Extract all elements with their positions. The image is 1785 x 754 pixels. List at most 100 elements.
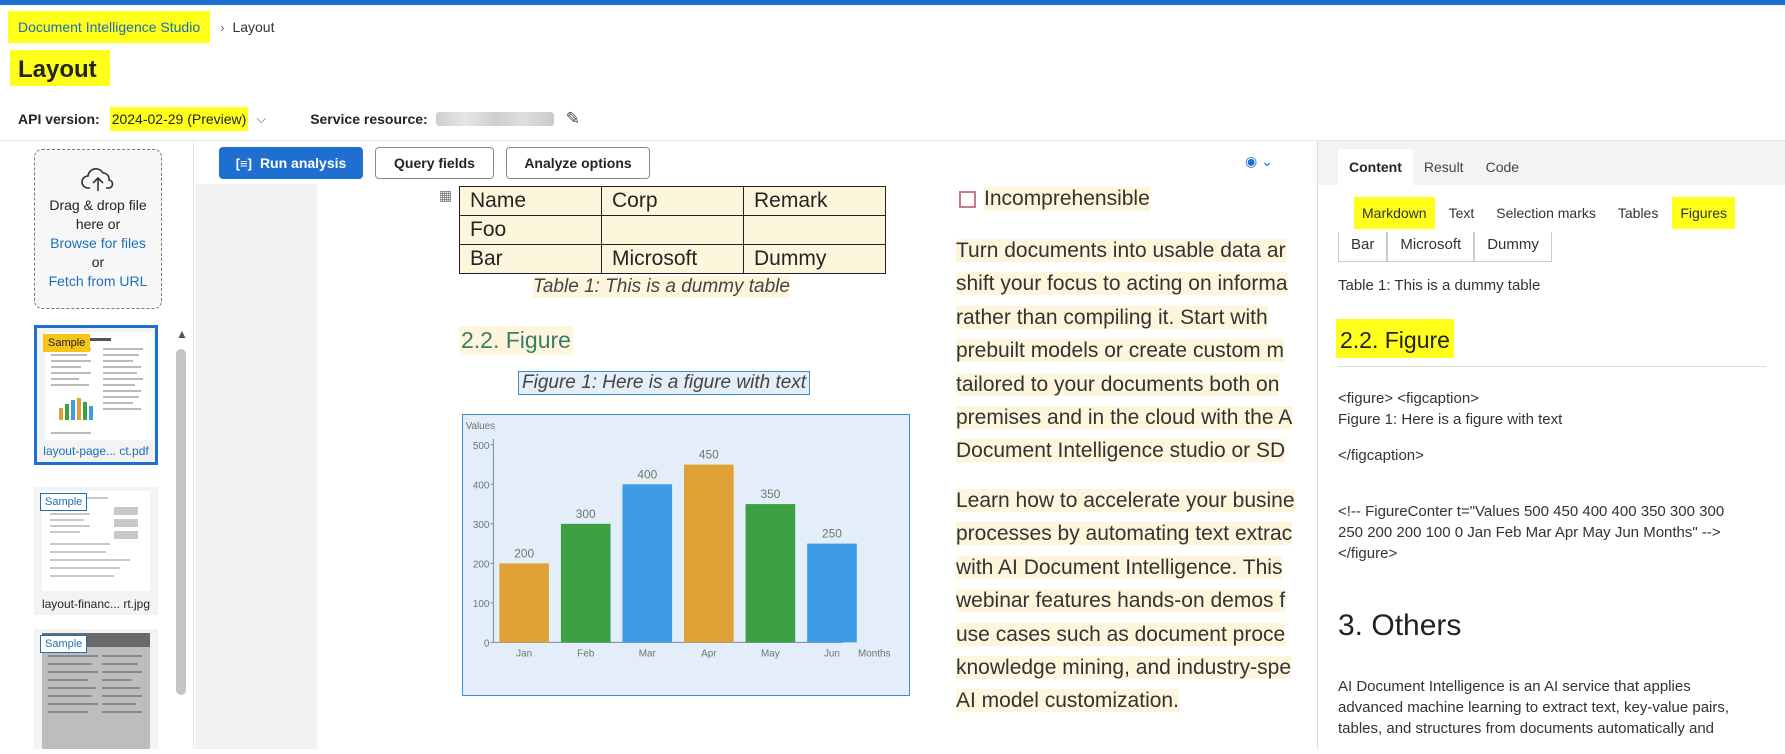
scroll-up-arrow-icon[interactable]: ▲ [176,327,188,341]
chart-y-tick-label: 200 [473,559,490,570]
paragraph-line: webinar features hands-on demos f [956,589,1286,613]
table-cell: Name [459,186,602,216]
markdown-figcaption-close: </figcaption> [1338,447,1424,464]
document-paragraph-1: Turn documents into usable data ar shift… [956,234,1316,468]
file-dropzone[interactable]: Drag & drop file here or Browse for file… [34,149,162,309]
chevron-right-icon: › [220,19,225,35]
bar-chart-figure[interactable]: Values 0 100 200 300 400 500 200 Jan 300 Feb 400 Mar… [462,414,910,696]
chart-bar [622,484,673,643]
chart-x-tick-label: Feb [577,648,595,659]
chevron-down-icon[interactable]: ⌵ [256,111,266,127]
chart-y-tick-label: 100 [473,599,490,610]
table-cell: Microsoft [601,244,744,274]
file-sidebar: Drag & drop file here or Browse for file… [18,141,194,749]
api-version-select[interactable]: 2024-02-29 (Preview) [109,107,249,131]
breadcrumb-root-link[interactable]: Document Intelligence Studio [8,11,211,43]
breadcrumb-current: Layout [232,19,275,35]
subtab-tables[interactable]: Tables [1610,197,1666,229]
browse-files-link[interactable]: Browse for files [35,234,161,253]
markdown-paragraph-line: tables, and structures from documents au… [1338,720,1715,737]
chart-data-label: 200 [514,546,534,560]
service-resource-label: Service resource: [310,111,428,127]
chart-bar [684,464,734,643]
chart-bar [745,504,796,643]
paragraph-line: use cases such as document proce [956,622,1286,646]
chart-y-tick-label: 400 [473,480,490,491]
thumbnail-filename: layout-financ... rt.jpg [41,597,151,611]
sample-badge: Sample [40,635,88,653]
paragraph-line: premises and in the cloud with the A [956,406,1293,430]
paragraph-line: tailored to your documents both on [956,372,1280,396]
markdown-table-cell: Microsoft [1387,232,1475,262]
thumbnail-filename: layout-page... ct.pdf [43,444,149,458]
api-version-label: API version: [18,111,100,127]
cloud-upload-icon [35,166,161,196]
scan-icon: [≡] [235,155,252,171]
dropzone-text-line2: here or [75,216,121,232]
tab-result[interactable]: Result [1413,149,1475,185]
chart-x-axis-label: Months [858,648,891,659]
document-paragraph-2: Learn how to accelerate your busine proc… [956,484,1316,718]
chart-x-tick-label: Mar [639,648,657,659]
visibility-eye-icon[interactable]: ◉ ⌄ [1245,153,1273,170]
markdown-table-cell: Bar [1338,232,1388,262]
content-subtabs: Markdown Text Selection marks Tables Fig… [1354,197,1741,229]
markdown-figure-close: </figure> [1338,545,1398,562]
chart-bar [560,523,611,643]
chart-y-tick-label: 300 [473,520,490,531]
table-row: Foo [459,215,886,245]
chart-data-label: 250 [822,527,842,541]
heading-divider [1338,366,1766,367]
markdown-figure-comment-line1: <!-- FigureConter t="Values 500 450 400 … [1338,503,1725,520]
markdown-table-caption: Table 1: This is a dummy table [1338,277,1541,294]
table-cell [601,215,744,245]
selection-checkbox[interactable] [959,191,976,208]
chart-x-tick-label: Apr [701,648,717,659]
tab-code[interactable]: Code [1475,149,1530,185]
paragraph-line: rather than compiling it. Start with [956,305,1268,329]
chart-data-label: 400 [637,467,657,481]
query-fields-button[interactable]: Query fields [375,147,494,179]
paragraph-line: with AI Document Intelligence. This [956,555,1283,579]
thumbnail-layout-page[interactable]: Sample layout-page... ct.pdf [34,325,158,465]
run-analysis-label: Run analysis [259,155,347,171]
figure-caption[interactable]: Figure 1: Here is a figure with text [518,371,811,395]
chart-x-tick-label: Jan [516,648,532,659]
chart-y-tick-label: 0 [484,638,490,649]
fetch-url-link[interactable]: Fetch from URL [35,272,161,291]
subtab-text[interactable]: Text [1441,197,1483,229]
sample-badge: Sample [40,493,88,511]
checkbox-label: Incomprehensible [984,187,1150,211]
page-title: Layout [10,50,110,86]
thumbnail-layout-financial[interactable]: Sample layout-financ... rt.jpg [34,487,158,615]
table-cell [743,215,886,245]
paragraph-line: Document Intelligence studio or SD [956,439,1286,463]
subtab-markdown[interactable]: Markdown [1354,197,1435,229]
chart-bar [499,563,549,643]
table-row: Name Corp Remark [459,186,886,216]
tab-content[interactable]: Content [1338,149,1413,185]
table-cell: Dummy [743,244,886,274]
thumbnail-sample-3[interactable]: Sample [34,629,158,749]
run-analysis-button[interactable]: [≡] Run analysis [219,147,363,179]
markdown-figure-caption: Figure 1: Here is a figure with text [1338,411,1563,428]
table-cell: Bar [459,244,602,274]
document-table: Name Corp Remark Foo Bar Microsoft Dummy [459,186,886,274]
markdown-table-cell: Dummy [1474,232,1552,262]
paragraph-line: knowledge mining, and industry-spe [956,656,1292,680]
chart-y-tick-label: 500 [473,441,490,452]
sample-badge: Sample [43,334,91,352]
table-icon[interactable]: ▦ [439,187,452,204]
subtab-selection-marks[interactable]: Selection marks [1488,197,1604,229]
result-tabs: Content Result Code [1318,141,1785,185]
paragraph-line: Learn how to accelerate your busine [956,489,1295,512]
chart-x-tick-label: May [761,648,780,659]
table-cell: Corp [601,186,744,216]
subtab-figures[interactable]: Figures [1672,197,1736,229]
analyze-options-button[interactable]: Analyze options [506,147,650,179]
table-cell: Remark [743,186,886,216]
sidebar-scrollbar[interactable] [176,349,186,695]
edit-pencil-icon[interactable]: ✎ [566,109,580,129]
paragraph-line: shift your focus to acting on informa [956,272,1288,296]
markdown-paragraph-line: AI Document Intelligence is an AI servic… [1338,678,1691,695]
